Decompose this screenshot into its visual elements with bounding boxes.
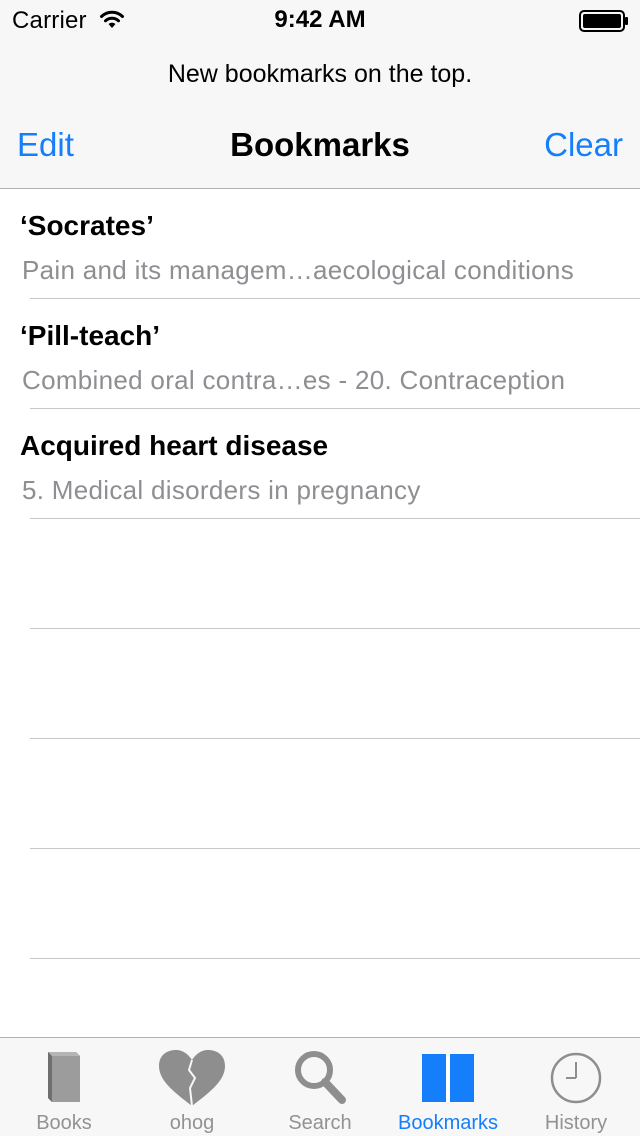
bookmark-row[interactable]: ‘Pill-teach’ Combined oral contra…es - 2… xyxy=(0,299,640,409)
clock-icon xyxy=(550,1052,602,1104)
bookmark-title: ‘Pill-teach’ xyxy=(20,320,161,351)
heart-icon xyxy=(159,1050,225,1107)
tab-bar: Books ohog Search Bookmarks History xyxy=(0,1037,640,1136)
clear-button[interactable]: Clear xyxy=(544,126,623,164)
tab-label: Search xyxy=(288,1112,352,1134)
tab-label: ohog xyxy=(169,1112,215,1134)
tab-search[interactable]: Search xyxy=(256,1038,384,1136)
tab-books[interactable]: Books xyxy=(0,1038,128,1136)
book-icon xyxy=(48,1052,80,1102)
bookmark-list: ‘Socrates’ Pain and its managem…aecologi… xyxy=(0,189,640,959)
bookmark-row[interactable]: Acquired heart disease 5. Medical disord… xyxy=(0,409,640,519)
bookmark-subtitle: Pain and its managem…aecological conditi… xyxy=(22,255,574,285)
new-bookmarks-prompt: New bookmarks on the top. xyxy=(167,60,473,88)
status-clock: 9:42 AM xyxy=(274,6,366,33)
magnifier-icon xyxy=(295,1051,346,1104)
empty-row xyxy=(0,849,640,959)
empty-row xyxy=(0,629,640,739)
top-bar: Carrier 9:42 AM New bookmarks on the top… xyxy=(0,0,640,189)
bookmark-subtitle: Combined oral contra…es - 20. Contracept… xyxy=(22,365,566,395)
open-book-icon xyxy=(422,1054,474,1102)
tab-bookmarks[interactable]: Bookmarks xyxy=(384,1038,512,1136)
tab-label: History xyxy=(544,1112,608,1134)
bookmark-title: Acquired heart disease xyxy=(20,430,329,461)
tab-history[interactable]: History xyxy=(512,1038,640,1136)
empty-row xyxy=(0,739,640,849)
battery-icon xyxy=(579,10,628,32)
tab-ohog[interactable]: ohog xyxy=(128,1038,256,1136)
bookmark-subtitle: 5. Medical disorders in pregnancy xyxy=(22,475,421,505)
tab-label: Bookmarks xyxy=(397,1112,499,1134)
bookmark-title: ‘Socrates’ xyxy=(20,210,154,241)
empty-row xyxy=(0,519,640,629)
bookmark-row[interactable]: ‘Socrates’ Pain and its managem…aecologi… xyxy=(0,189,640,299)
tab-label: Books xyxy=(36,1112,92,1134)
status-bar: Carrier 9:42 AM xyxy=(0,0,640,40)
